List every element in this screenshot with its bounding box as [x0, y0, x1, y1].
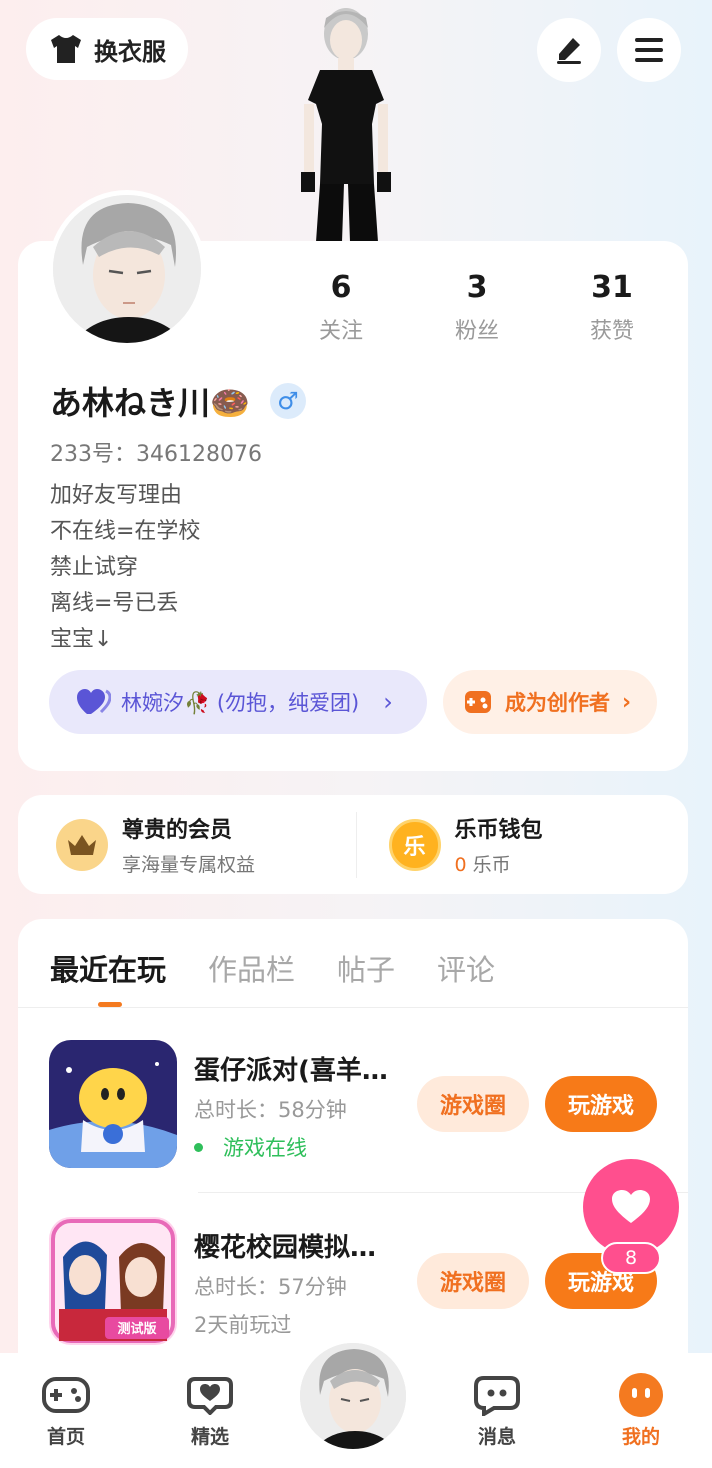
wallet-entry[interactable]: 乐 乐币钱包 0 乐币: [357, 795, 689, 894]
game-status: 2天前玩过: [194, 1309, 291, 1339]
online-dot-icon: [194, 1142, 203, 1152]
game-row[interactable]: 蛋仔派对(喜羊… 总时长：58分钟 游戏在线 游戏圈 玩游戏: [49, 1040, 659, 1170]
tab-recent-played[interactable]: 最近在玩: [50, 947, 166, 989]
become-creator-label: 成为创作者: [505, 691, 610, 715]
game-circle-button[interactable]: 游戏圈: [417, 1076, 529, 1132]
game-creator-icon: [465, 691, 491, 713]
tab-comments[interactable]: 评论: [437, 947, 495, 989]
edit-profile-button[interactable]: [537, 18, 601, 82]
vip-subtitle: 享海量专属权益: [122, 854, 256, 876]
profile-avatar[interactable]: [48, 190, 206, 348]
game-status-text: 2天前玩过: [194, 1313, 292, 1337]
svg-text:测试版: 测试版: [117, 1321, 156, 1337]
divider: [18, 1007, 688, 1008]
vip-entry[interactable]: 尊贵的会员 享海量专属权益: [18, 795, 356, 894]
stat-following[interactable]: 6 关注: [286, 270, 396, 345]
heart-chat-icon: [187, 1377, 233, 1415]
chevron-right-icon: ›: [622, 689, 632, 715]
game-title: 樱花校园模拟…: [194, 1233, 377, 1263]
become-creator-button[interactable]: 成为创作者 ›: [443, 670, 657, 734]
avatar-figure[interactable]: [296, 4, 396, 242]
crown-icon: [56, 818, 108, 871]
coin-icon: 乐: [388, 818, 441, 871]
tab-posts[interactable]: 帖子: [337, 947, 395, 989]
shirt-icon: [51, 35, 81, 63]
play-game-button[interactable]: 玩游戏: [545, 1076, 657, 1132]
game-status: 游戏在线: [194, 1132, 307, 1162]
following-label: 关注: [318, 319, 363, 344]
nav-me-label: 我的: [621, 1426, 660, 1448]
pencil-icon: [557, 38, 581, 64]
game-status-text: 游戏在线: [223, 1136, 307, 1160]
activity-tabs: 最近在玩 作品栏 帖子 评论: [50, 947, 495, 989]
vip-title: 尊贵的会员: [122, 818, 233, 843]
bio-line: 离线=号已丢: [50, 591, 179, 616]
change-outfit-button[interactable]: 换衣服: [26, 18, 188, 80]
double-heart-icon: [77, 689, 111, 714]
cp-label: 林婉汐🥀 (勿抱，纯爱团): [121, 691, 360, 715]
username-row: あ林ねき川🍩 ♂: [50, 378, 306, 424]
bio: 加好友写理由 不在线=在学校 禁止试穿 离线=号已丢 宝宝↓: [50, 478, 200, 658]
fans-count: 3: [466, 270, 488, 305]
menu-button[interactable]: [617, 18, 681, 82]
center-avatar-button[interactable]: [297, 1340, 409, 1452]
nav-featured[interactable]: 精选: [170, 1374, 250, 1449]
wallet-amount: 0: [454, 854, 467, 876]
menu-icon: [635, 38, 663, 62]
bio-line: 禁止试穿: [50, 555, 139, 580]
heart-icon: [612, 1190, 650, 1223]
game-title: 蛋仔派对(喜羊…: [194, 1056, 388, 1086]
like-count-badge: 8: [601, 1242, 661, 1274]
bio-line: 加好友写理由: [50, 483, 183, 508]
bio-line: 不在线=在学校: [50, 519, 201, 544]
nav-messages-label: 消息: [477, 1426, 516, 1448]
nav-home-label: 首页: [46, 1426, 85, 1448]
username: あ林ねき川🍩: [50, 384, 250, 422]
floating-like-button[interactable]: [583, 1159, 679, 1255]
tab-works[interactable]: 作品栏: [208, 947, 295, 989]
game-circle-button[interactable]: 游戏圈: [417, 1253, 529, 1309]
wallet-unit: 乐币: [472, 854, 511, 876]
wallet-title: 乐币钱包: [454, 818, 543, 843]
cp-relationship-pill[interactable]: 林婉汐🥀 (勿抱，纯爱团) ›: [49, 670, 427, 734]
stat-fans[interactable]: 3 粉丝: [422, 270, 532, 345]
likes-count: 31: [591, 270, 633, 305]
message-icon: [474, 1376, 520, 1416]
game-playtime: 总时长：57分钟: [194, 1275, 347, 1299]
eggy-party-game-icon[interactable]: [49, 1040, 177, 1168]
gamepad-icon: [42, 1377, 90, 1413]
user-id[interactable]: 233号：346128076: [50, 436, 262, 468]
activity-card: 最近在玩 作品栏 帖子 评论 蛋仔派对(喜羊… 总时长：58分钟 游戏在线 游戏…: [18, 919, 688, 1389]
fans-label: 粉丝: [454, 319, 499, 344]
gender-male-icon: ♂: [269, 383, 306, 419]
vip-wallet-card: 尊贵的会员 享海量专属权益 乐 乐币钱包 0 乐币: [18, 795, 688, 894]
nav-me[interactable]: 我的: [601, 1373, 681, 1449]
likes-label: 获赞: [589, 319, 634, 344]
change-outfit-label: 换衣服: [94, 37, 166, 66]
nav-featured-label: 精选: [190, 1426, 229, 1448]
following-count: 6: [330, 270, 352, 305]
nav-messages[interactable]: 消息: [457, 1374, 537, 1449]
bio-line: 宝宝↓: [50, 627, 113, 652]
nav-home[interactable]: 首页: [26, 1374, 106, 1449]
stat-likes[interactable]: 31 获赞: [557, 270, 667, 345]
profile-face-icon: [619, 1373, 663, 1417]
chevron-right-icon: ›: [383, 688, 393, 716]
game-playtime: 总时长：58分钟: [194, 1098, 347, 1122]
sakura-school-game-icon[interactable]: 测试版: [49, 1217, 177, 1345]
